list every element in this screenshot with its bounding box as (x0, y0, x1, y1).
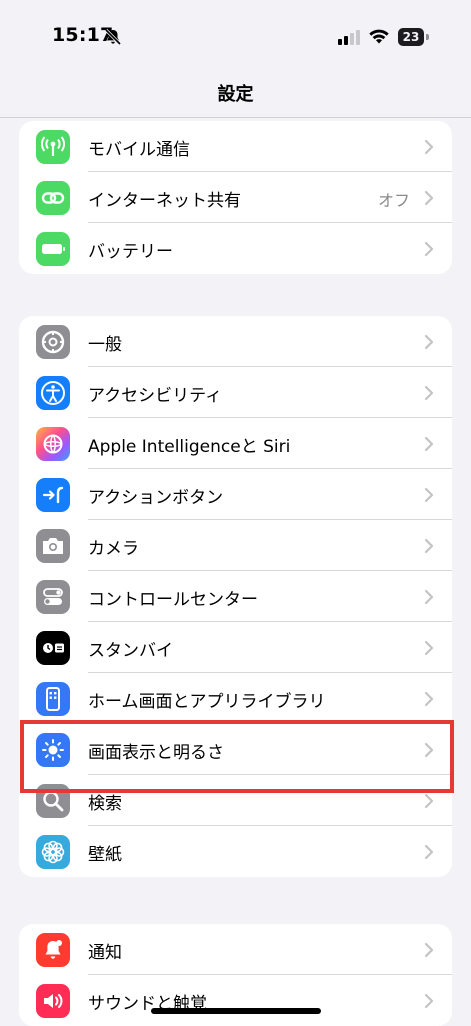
home-indicator[interactable] (151, 1008, 321, 1014)
battery-icon (36, 232, 70, 266)
home-screen-icon (36, 682, 70, 716)
row-action-button[interactable]: アクションボタン (19, 469, 452, 520)
notification-icon (36, 933, 70, 967)
row-label: モバイル通信 (88, 140, 190, 160)
row-display-brightness[interactable]: 画面表示と明るさ (19, 724, 452, 775)
row-label: 通知 (88, 943, 122, 963)
control-center-icon (36, 580, 70, 614)
chevron-right-icon (424, 742, 434, 758)
wallpaper-icon (36, 835, 70, 869)
battery-indicator: 23 (398, 28, 430, 46)
apple-intelligence-icon (36, 427, 70, 461)
status-bar: 15:17 23 (0, 0, 471, 62)
antenna-icon (36, 130, 70, 164)
row-label: アクションボタン (88, 488, 224, 508)
row-label: コントロールセンター (88, 590, 258, 610)
row-cellular[interactable]: モバイル通信 (19, 121, 452, 172)
chevron-right-icon (424, 640, 434, 656)
row-home-screen[interactable]: ホーム画面とアプリライブラリ (19, 673, 452, 724)
chevron-right-icon (424, 844, 434, 860)
row-label: バッテリー (88, 242, 173, 262)
chevron-right-icon (424, 942, 434, 958)
row-label: ホーム画面とアプリライブラリ (88, 692, 326, 712)
nav-divider (0, 117, 471, 118)
cellular-signal-icon (338, 30, 360, 45)
row-personal-hotspot[interactable]: インターネット共有 オフ (19, 172, 452, 223)
wifi-icon (369, 29, 389, 44)
standby-icon (36, 631, 70, 665)
chevron-right-icon (424, 487, 434, 503)
row-label: Apple Intelligenceと Siri (88, 437, 291, 457)
row-camera[interactable]: カメラ (19, 520, 452, 571)
row-wallpaper[interactable]: 壁紙 (19, 826, 452, 877)
row-control-center[interactable]: コントロールセンター (19, 571, 452, 622)
row-standby[interactable]: スタンバイ (19, 622, 452, 673)
row-accessibility[interactable]: アクセシビリティ (19, 367, 452, 418)
search-icon (36, 784, 70, 818)
chevron-right-icon (424, 190, 434, 206)
battery-cap (426, 34, 429, 40)
link-icon (36, 181, 70, 215)
sound-icon (36, 984, 70, 1018)
chevron-right-icon (424, 385, 434, 401)
action-button-icon (36, 478, 70, 512)
chevron-right-icon (424, 139, 434, 155)
row-battery[interactable]: バッテリー (19, 223, 452, 274)
row-label: アクセシビリティ (88, 386, 223, 406)
camera-icon (36, 529, 70, 563)
row-sounds-haptics[interactable]: サウンドと触覚 (19, 975, 452, 1026)
chevron-right-icon (424, 436, 434, 452)
chevron-right-icon (424, 993, 434, 1009)
row-value: オフ (377, 191, 410, 210)
row-label: 検索 (88, 794, 122, 814)
battery-level: 23 (398, 28, 424, 46)
silent-bell-icon (104, 28, 122, 46)
chevron-right-icon (424, 241, 434, 257)
chevron-right-icon (424, 538, 434, 554)
row-label: 壁紙 (88, 845, 122, 865)
accessibility-icon (36, 376, 70, 410)
row-search[interactable]: 検索 (19, 775, 452, 826)
settings-group-connectivity: モバイル通信 インターネット共有 オフ バッテリー (19, 121, 452, 274)
gear-icon (36, 325, 70, 359)
row-notifications[interactable]: 通知 (19, 924, 452, 975)
row-label: 一般 (88, 335, 122, 355)
row-label: カメラ (88, 539, 139, 559)
row-label: 画面表示と明るさ (88, 743, 224, 763)
chevron-right-icon (424, 589, 434, 605)
row-general[interactable]: 一般 (19, 316, 452, 367)
row-label: スタンバイ (88, 641, 173, 661)
brightness-icon (36, 733, 70, 767)
chevron-right-icon (424, 691, 434, 707)
row-label: インターネット共有 (88, 191, 241, 211)
page-title: 設定 (217, 84, 254, 105)
settings-group-general: 一般 アクセシビリティ Apple Intelligenceと Siri アクシ… (19, 316, 452, 877)
chevron-right-icon (424, 793, 434, 809)
chevron-right-icon (424, 334, 434, 350)
row-apple-intelligence-siri[interactable]: Apple Intelligenceと Siri (19, 418, 452, 469)
